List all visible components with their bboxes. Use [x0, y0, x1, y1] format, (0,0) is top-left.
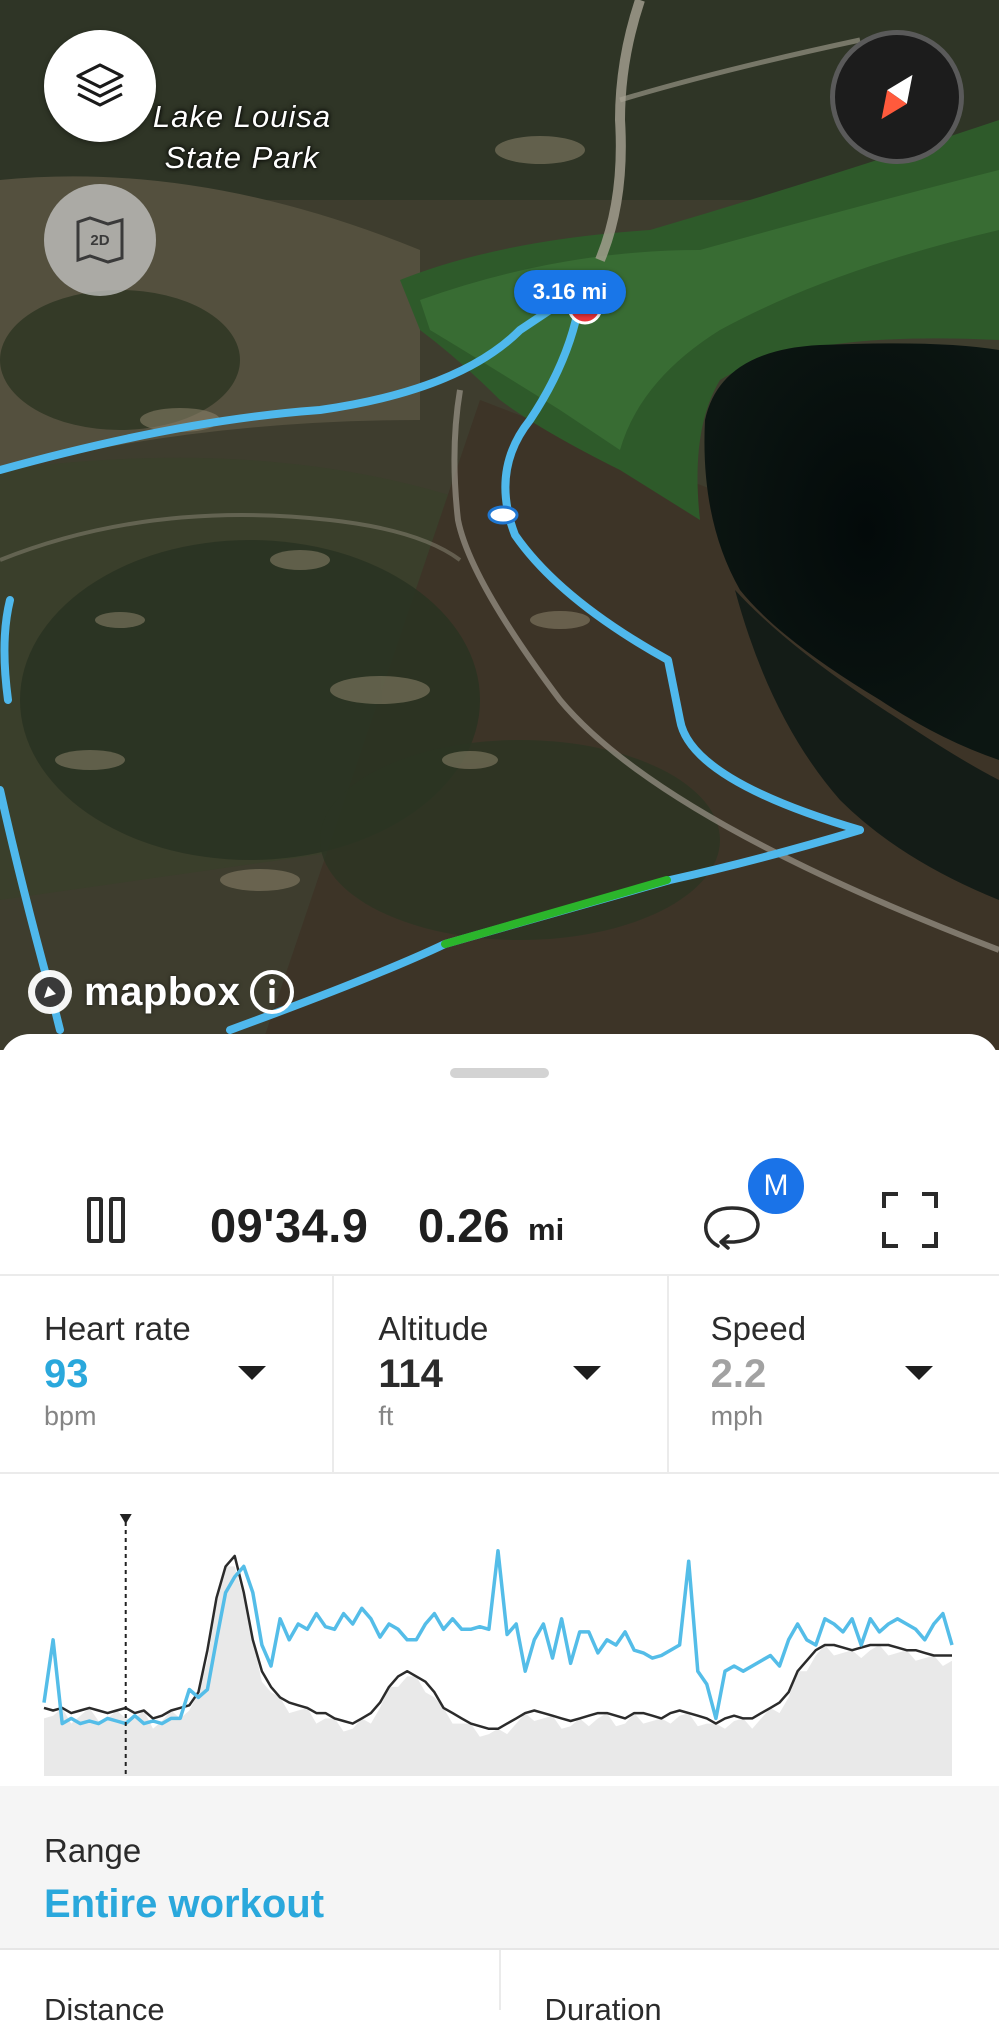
mapbox-logo — [24, 966, 76, 1018]
bottom-sheet: 09'34.9 0.26 mi M Heart rate 93 bpm Alti… — [0, 1034, 999, 2002]
park-label-line2: State Park — [132, 137, 352, 178]
metric-value: 2.2 — [711, 1352, 999, 1397]
playhead-handle — [120, 1514, 132, 1524]
metric-speed[interactable]: Speed 2.2 mph — [669, 1276, 999, 1472]
distance-value: 0.26 — [418, 1198, 509, 1253]
workout-chart-svg[interactable] — [0, 1484, 999, 1796]
range-value[interactable]: Entire workout — [44, 1882, 324, 1927]
metric-unit: ft — [378, 1401, 666, 1432]
fullscreen-icon[interactable] — [882, 1192, 938, 1248]
distance-badge: 3.16 mi — [514, 270, 626, 314]
pause-icon[interactable] — [86, 1196, 126, 1244]
workout-chart[interactable] — [0, 1484, 999, 1796]
range-selector[interactable]: Range Entire workout — [0, 1786, 999, 1950]
metric-heart-rate[interactable]: Heart rate 93 bpm — [0, 1276, 334, 1472]
speed-area — [44, 1566, 952, 1776]
metric-unit: bpm — [44, 1401, 332, 1432]
metric-value: 114 — [378, 1352, 666, 1397]
stat-distance: Distance — [0, 1950, 501, 2010]
compass-button[interactable] — [830, 30, 964, 164]
map-2d-icon: 2D — [70, 210, 130, 270]
distance-unit: mi — [528, 1212, 564, 1248]
lap-mode-badge[interactable]: M — [744, 1154, 808, 1218]
view-2d-toggle[interactable]: 2D — [44, 184, 156, 296]
mapbox-attribution[interactable]: mapbox — [24, 966, 296, 1018]
compass-icon — [862, 62, 932, 132]
info-icon[interactable] — [248, 968, 296, 1016]
stats-row: Distance Duration — [0, 1950, 999, 2010]
layers-icon — [71, 57, 129, 115]
dropdown-caret-icon[interactable] — [905, 1366, 933, 1380]
stat-label: Distance — [44, 1992, 165, 2028]
dropdown-caret-icon[interactable] — [238, 1366, 266, 1380]
metric-label: Speed — [711, 1310, 999, 1348]
metric-label: Altitude — [378, 1310, 666, 1348]
map-view[interactable]: Lake Louisa State Park 3.16 mi 2D — [0, 0, 999, 1050]
stat-label: Duration — [545, 1992, 662, 2028]
sheet-drag-handle[interactable] — [450, 1068, 549, 1078]
metric-value: 93 — [44, 1352, 332, 1397]
metric-selector-row: Heart rate 93 bpm Altitude 114 ft Speed … — [0, 1274, 999, 1474]
route-position-marker — [489, 507, 517, 523]
elapsed-time: 09'34.9 — [210, 1198, 368, 1253]
metric-label: Heart rate — [44, 1310, 332, 1348]
park-label: Lake Louisa State Park — [132, 96, 352, 178]
metric-altitude[interactable]: Altitude 114 ft — [334, 1276, 668, 1472]
park-label-line1: Lake Louisa — [132, 96, 352, 137]
dropdown-caret-icon[interactable] — [573, 1366, 601, 1380]
svg-text:2D: 2D — [90, 232, 109, 249]
range-label: Range — [44, 1832, 141, 1870]
stat-duration: Duration — [501, 1950, 999, 2010]
mapbox-wordmark: mapbox — [84, 970, 240, 1015]
metric-unit: mph — [711, 1401, 999, 1432]
layers-button[interactable] — [44, 30, 156, 142]
